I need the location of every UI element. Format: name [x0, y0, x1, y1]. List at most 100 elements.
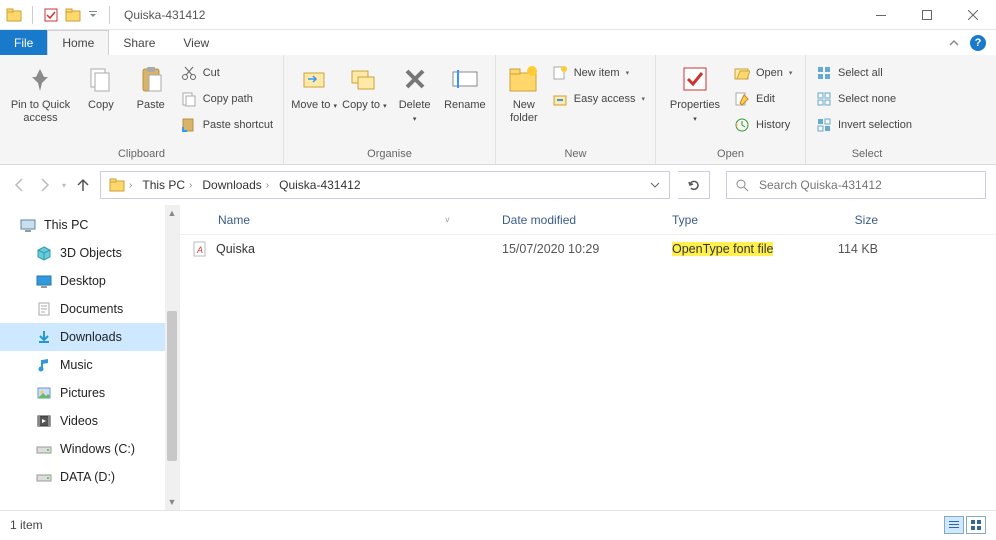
tab-view[interactable]: View	[169, 30, 223, 55]
column-type[interactable]: Type	[660, 213, 810, 227]
minimize-button[interactable]	[858, 0, 904, 30]
ribbon-group-open: Properties▾ Open ▾ Edit History Open	[656, 55, 806, 164]
up-button[interactable]	[74, 176, 92, 194]
forward-button[interactable]	[36, 176, 54, 194]
group-label-select: Select	[806, 146, 928, 164]
tab-share[interactable]: Share	[109, 30, 169, 55]
column-name[interactable]: Name ˅	[180, 213, 490, 227]
file-row[interactable]: A Quiska 15/07/2020 10:29 OpenType font …	[180, 235, 996, 263]
delete-icon	[399, 63, 431, 95]
properties-icon	[679, 63, 711, 95]
collapse-ribbon-icon[interactable]	[948, 37, 960, 49]
quick-access-toolbar	[0, 6, 120, 24]
back-button[interactable]	[10, 176, 28, 194]
tree-3d-objects[interactable]: 3D Objects	[0, 239, 165, 267]
copy-button[interactable]: Copy	[77, 59, 125, 112]
search-box[interactable]	[726, 171, 986, 199]
search-input[interactable]	[757, 177, 977, 193]
tree-documents[interactable]: Documents	[0, 295, 165, 323]
tree-data-d[interactable]: DATA (D:)	[0, 463, 165, 491]
refresh-button[interactable]	[678, 171, 710, 199]
move-to-icon	[298, 63, 330, 95]
move-to-button[interactable]: Move to ▾	[290, 59, 338, 112]
invert-selection-button[interactable]: Invert selection	[812, 113, 916, 137]
copy-to-button[interactable]: Copy to ▾	[340, 59, 388, 112]
group-label-organise: Organise	[284, 146, 495, 164]
qat-dropdown-icon[interactable]	[87, 7, 99, 23]
rename-button[interactable]: Rename	[441, 59, 489, 112]
sidebar-scrollbar[interactable]: ▲ ▼	[165, 205, 179, 510]
file-date: 15/07/2020 10:29	[490, 242, 660, 256]
ribbon-group-organise: Move to ▾ Copy to ▾ Delete▾ Rename Organ…	[284, 55, 496, 164]
clipboard-small-buttons: Cut Copy path Paste shortcut	[177, 59, 277, 137]
new-folder-button[interactable]: New folder	[502, 59, 546, 125]
tab-file[interactable]: File	[0, 30, 47, 55]
pin-to-quick-access-button[interactable]: Pin to Quick access	[6, 59, 75, 125]
select-all-icon	[816, 65, 832, 81]
breadcrumb-root-icon[interactable]: ›	[105, 177, 136, 193]
tree-windows-c[interactable]: Windows (C:)	[0, 435, 165, 463]
qat-folder-icon[interactable]	[65, 7, 81, 23]
column-date[interactable]: Date modified	[490, 213, 660, 227]
cut-button[interactable]: Cut	[177, 61, 277, 85]
breadcrumb-current[interactable]: Quiska-431412	[275, 178, 364, 192]
paste-shortcut-button[interactable]: Paste shortcut	[177, 113, 277, 137]
new-item-button[interactable]: New item ▾	[548, 61, 649, 85]
column-headers: Name ˅ Date modified Type Size	[180, 205, 996, 235]
this-pc-icon	[20, 217, 36, 233]
scissors-icon	[181, 65, 197, 81]
qat-properties-icon[interactable]	[43, 7, 59, 23]
file-list: Name ˅ Date modified Type Size A Quiska …	[180, 205, 996, 510]
music-icon	[36, 357, 52, 373]
breadcrumb-this-pc[interactable]: This PC›	[138, 178, 196, 192]
copy-path-icon	[181, 91, 197, 107]
main-area: This PC 3D Objects Desktop Documents Dow…	[0, 205, 996, 510]
scroll-up-icon[interactable]: ▲	[165, 205, 179, 221]
breadcrumb-downloads[interactable]: Downloads›	[198, 178, 273, 192]
scroll-down-icon[interactable]: ▼	[165, 494, 179, 510]
copy-path-button[interactable]: Copy path	[177, 87, 277, 111]
close-button[interactable]	[950, 0, 996, 30]
downloads-icon	[36, 329, 52, 345]
tree-desktop[interactable]: Desktop	[0, 267, 165, 295]
file-name: Quiska	[216, 242, 255, 256]
help-icon[interactable]: ?	[970, 35, 986, 51]
copy-icon	[85, 63, 117, 95]
delete-button[interactable]: Delete▾	[391, 59, 439, 125]
easy-access-icon	[552, 91, 568, 107]
large-icons-view-button[interactable]	[966, 516, 986, 534]
tree-music[interactable]: Music	[0, 351, 165, 379]
address-dropdown-icon[interactable]	[645, 180, 665, 190]
properties-button[interactable]: Properties▾	[662, 59, 728, 125]
ribbon-group-select: Select all Select none Invert selection …	[806, 55, 928, 164]
tree-pictures[interactable]: Pictures	[0, 379, 165, 407]
details-view-button[interactable]	[944, 516, 964, 534]
scroll-thumb[interactable]	[167, 311, 177, 461]
address-bar[interactable]: › This PC› Downloads› Quiska-431412	[100, 171, 670, 199]
easy-access-button[interactable]: Easy access ▾	[548, 87, 649, 111]
font-file-icon: A	[192, 241, 208, 257]
group-label-new: New	[496, 146, 655, 164]
select-all-button[interactable]: Select all	[812, 61, 916, 85]
group-label-clipboard: Clipboard	[0, 146, 283, 164]
recent-locations-button[interactable]: ▾	[62, 181, 66, 190]
new-item-icon	[552, 65, 568, 81]
desktop-icon	[36, 273, 52, 289]
group-label-open: Open	[656, 146, 805, 164]
pin-icon	[24, 63, 56, 95]
column-size[interactable]: Size	[810, 213, 890, 227]
item-count: 1 item	[10, 518, 43, 532]
ribbon: Pin to Quick access Copy Paste Cut Copy …	[0, 55, 996, 165]
open-button[interactable]: Open ▾	[730, 61, 796, 85]
tree-videos[interactable]: Videos	[0, 407, 165, 435]
paste-icon	[135, 63, 167, 95]
tab-home[interactable]: Home	[47, 30, 109, 55]
tree-downloads[interactable]: Downloads	[0, 323, 165, 351]
select-none-button[interactable]: Select none	[812, 87, 916, 111]
maximize-button[interactable]	[904, 0, 950, 30]
history-button[interactable]: History	[730, 113, 796, 137]
drive-icon	[36, 469, 52, 485]
edit-button[interactable]: Edit	[730, 87, 796, 111]
tree-this-pc[interactable]: This PC	[0, 211, 165, 239]
paste-button[interactable]: Paste	[127, 59, 175, 112]
